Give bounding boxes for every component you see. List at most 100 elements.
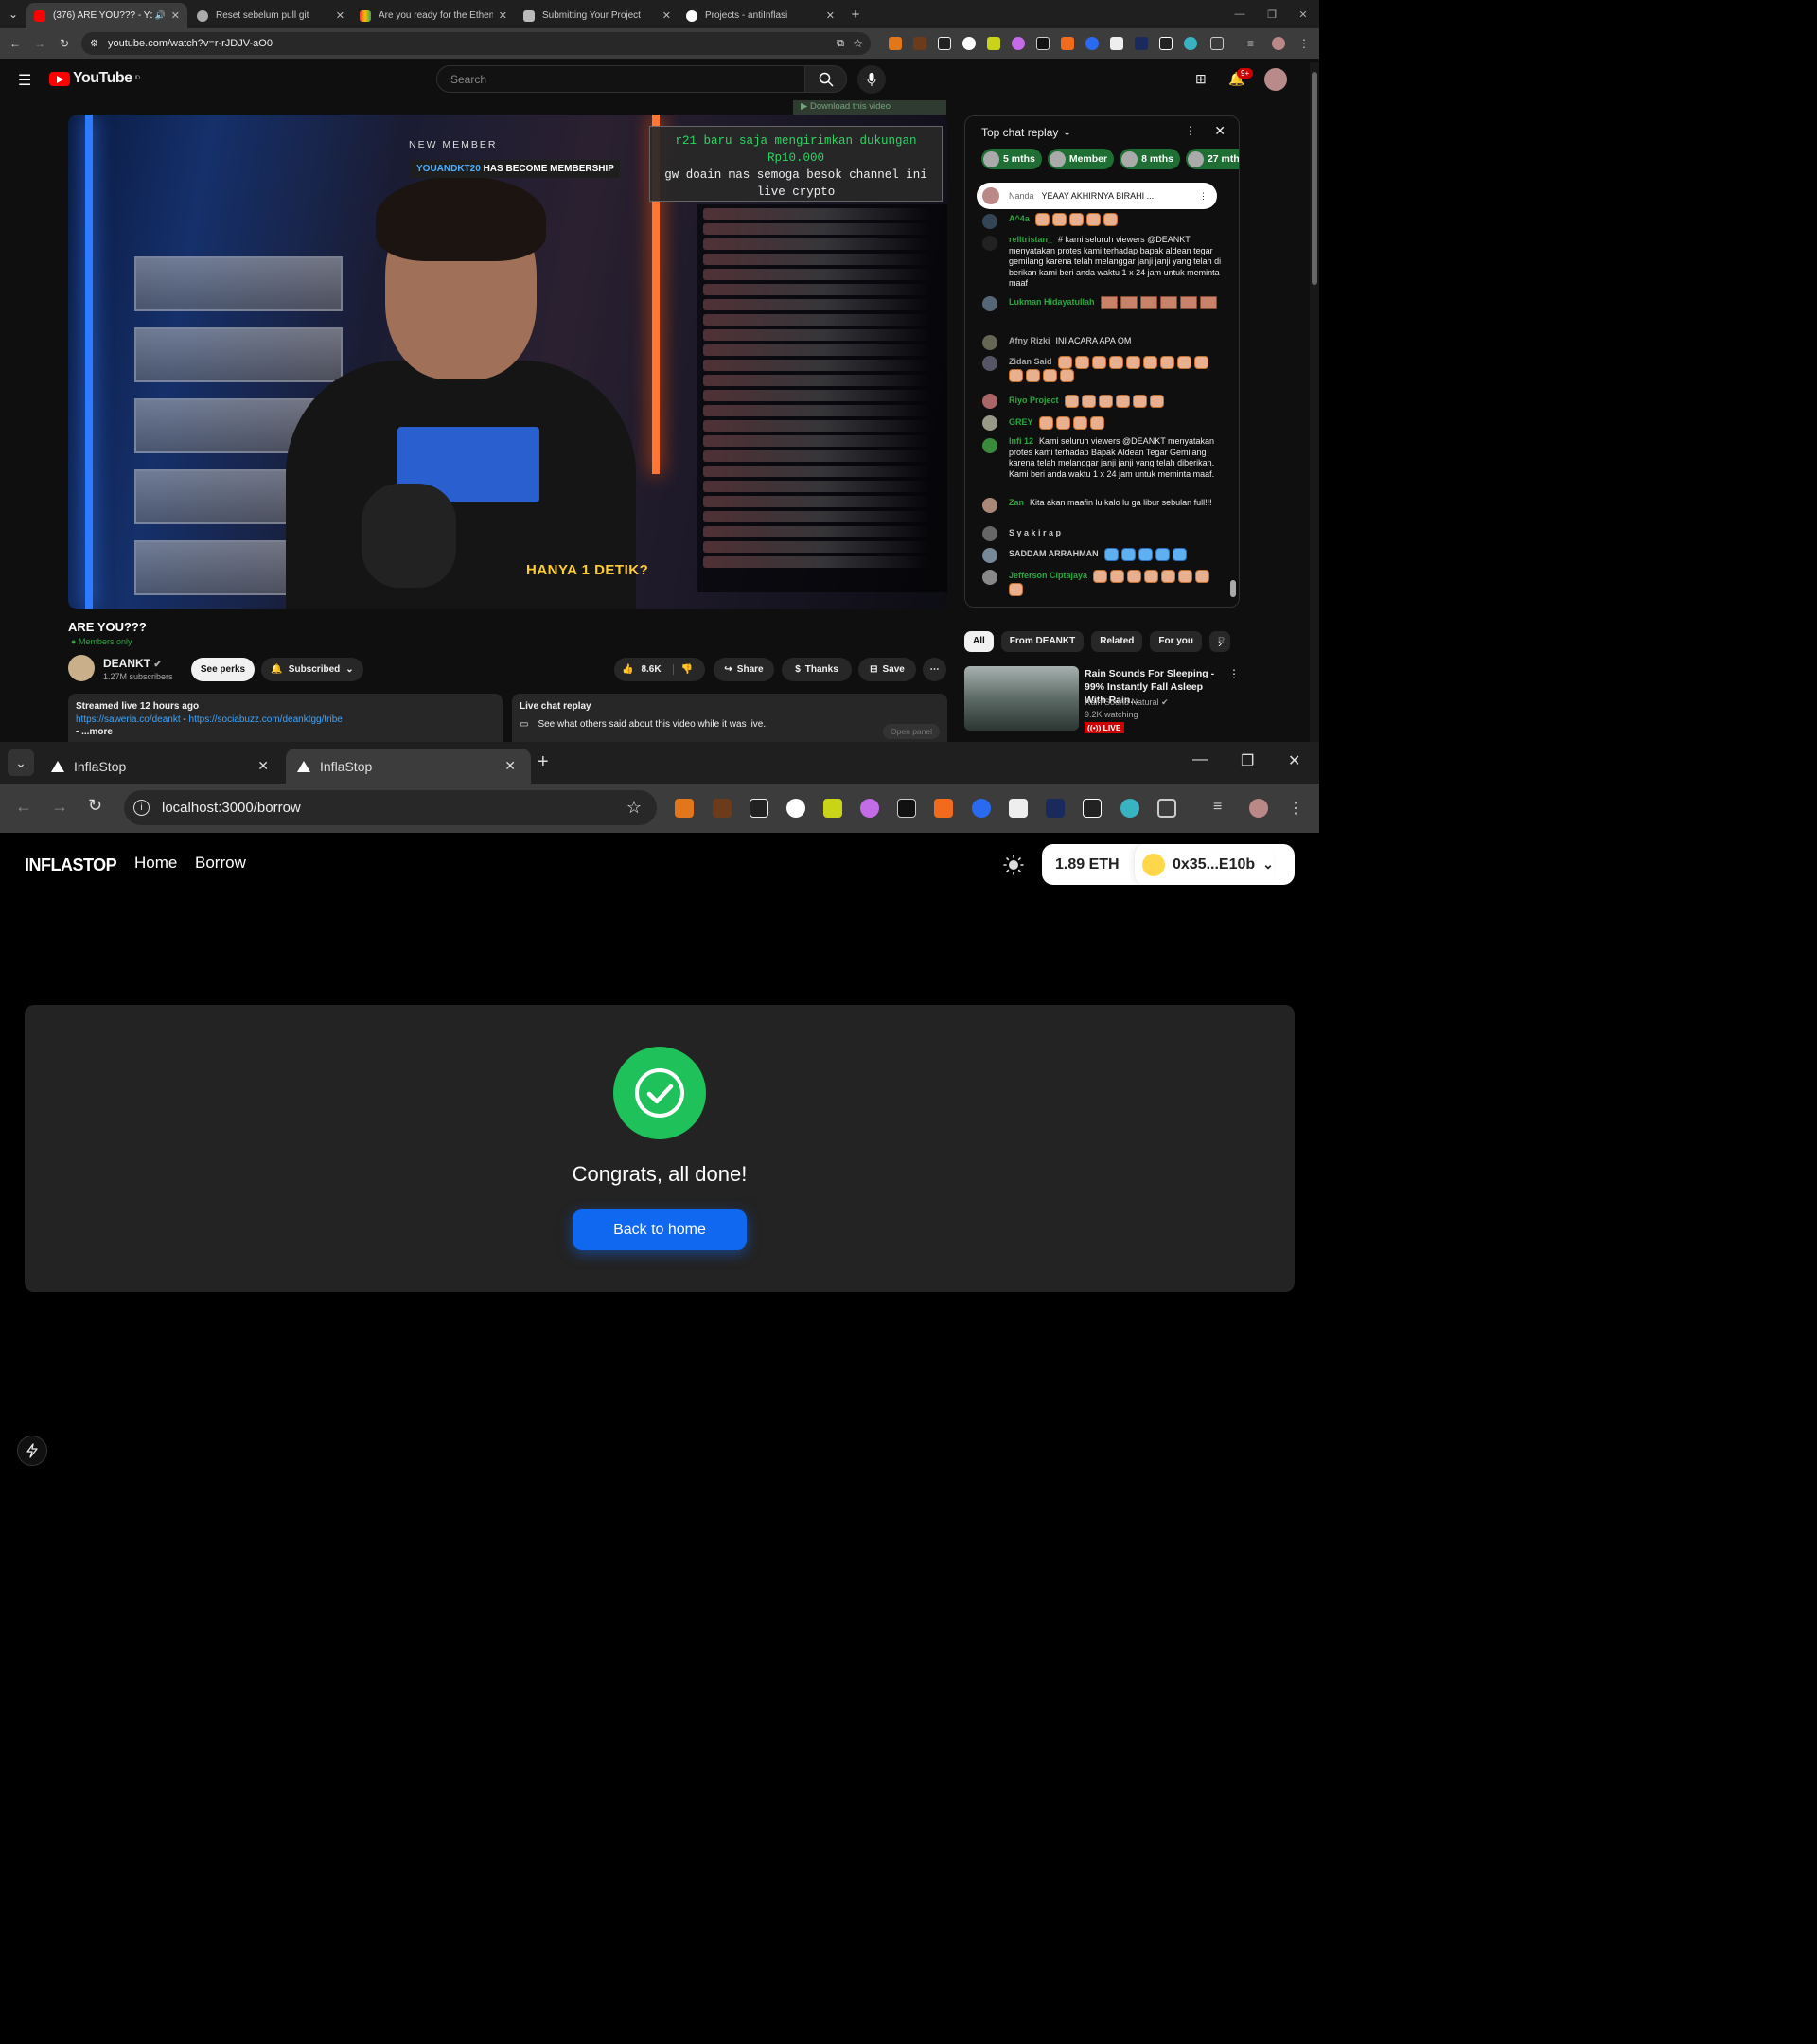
extension-icon[interactable] <box>897 799 916 818</box>
download-video-bar[interactable]: ▶ Download this video <box>793 100 946 115</box>
metamask-extension-icon[interactable] <box>889 37 902 50</box>
extension-icon[interactable] <box>1061 37 1074 50</box>
tab-search-chevron-icon[interactable]: ⌄ <box>4 5 23 24</box>
thumbs-down-icon[interactable]: 👎 <box>672 664 693 675</box>
brand-logo[interactable]: INFLASTOP <box>25 855 117 875</box>
kebab-menu-icon[interactable]: ⋮ <box>1185 124 1196 137</box>
extension-icon[interactable] <box>823 799 842 818</box>
nav-borrow-link[interactable]: Borrow <box>195 854 246 872</box>
back-icon[interactable]: ← <box>6 34 25 53</box>
extension-icon[interactable] <box>938 37 951 50</box>
channel-name[interactable]: DEANKT ✔ <box>103 657 162 670</box>
recommended-channel[interactable]: Rain Sound Natural ✔ <box>1085 697 1169 708</box>
channel-avatar[interactable] <box>68 655 95 681</box>
back-to-home-button[interactable]: Back to home <box>573 1209 747 1250</box>
forward-icon[interactable]: → <box>30 34 49 53</box>
close-tab-icon[interactable]: ✕ <box>336 9 344 22</box>
search-button[interactable] <box>804 65 847 93</box>
filter-related[interactable]: Related <box>1091 631 1143 652</box>
metamask-extension-icon[interactable] <box>675 799 694 818</box>
thanks-button[interactable]: $ Thanks <box>782 658 852 681</box>
save-button[interactable]: ⊟ Save <box>858 658 916 681</box>
video-player[interactable]: NEW MEMBER YOUANDKT20 HAS BECOME MEMBERS… <box>68 115 947 609</box>
account-avatar[interactable] <box>1264 68 1287 91</box>
minimize-icon[interactable]: — <box>1224 0 1256 28</box>
extension-icon[interactable] <box>1110 37 1123 50</box>
new-tab-icon[interactable]: + <box>538 751 549 773</box>
extension-icon[interactable] <box>1083 799 1102 818</box>
tab-github-projects[interactable]: Projects - antiInflasi ✕ <box>679 3 842 28</box>
extension-icon[interactable] <box>1009 799 1028 818</box>
pinned-message[interactable]: Nanda YEAAY AKHIRNYA BIRAHI ... ⋮ <box>977 183 1217 209</box>
theme-toggle-sun-icon[interactable] <box>1003 855 1024 875</box>
extension-icon[interactable] <box>972 799 991 818</box>
kebab-menu-icon[interactable]: ⋮ <box>1288 799 1307 818</box>
extension-icon[interactable] <box>1012 37 1025 50</box>
youtube-search-input[interactable]: Search <box>436 65 805 93</box>
extension-icon[interactable] <box>1046 799 1065 818</box>
close-tab-icon[interactable]: ✕ <box>504 758 516 774</box>
chip-5-mths[interactable]: 5 mths <box>981 149 1042 169</box>
close-tab-icon[interactable]: ✕ <box>662 9 671 22</box>
close-window-icon[interactable]: ✕ <box>1287 0 1319 28</box>
bookmark-star-icon[interactable]: ☆ <box>853 37 863 50</box>
profile-avatar[interactable] <box>1249 799 1268 818</box>
sociabuzz-link[interactable]: https://sociabuzz.com/deanktgg/tribe <box>189 714 343 725</box>
extension-icon[interactable] <box>750 799 768 818</box>
close-chat-icon[interactable]: ✕ <box>1214 123 1226 139</box>
reload-icon[interactable]: ↻ <box>55 34 74 53</box>
tab-reset-git[interactable]: Reset sebelum pull git ✕ <box>189 3 352 28</box>
restore-icon[interactable]: ❐ <box>1256 0 1288 28</box>
forward-icon[interactable]: → <box>51 797 68 817</box>
extension-icon[interactable] <box>934 799 953 818</box>
profile-avatar[interactable] <box>1272 37 1285 50</box>
bookmark-star-icon[interactable]: ☆ <box>626 798 642 818</box>
tab-submitting-project[interactable]: Submitting Your Project ✕ <box>516 3 679 28</box>
close-tab-icon[interactable]: ✕ <box>257 758 269 774</box>
account-dropdown[interactable]: 0x35...E10b ⌄ <box>1134 844 1274 885</box>
saweria-link[interactable]: https://saweria.co/deankt <box>76 714 181 725</box>
filter-all[interactable]: All <box>964 631 994 652</box>
extension-icon[interactable] <box>713 799 732 818</box>
minimize-icon[interactable]: — <box>1192 751 1208 768</box>
new-tab-icon[interactable]: + <box>846 5 865 24</box>
extension-icon[interactable] <box>1135 37 1148 50</box>
close-window-icon[interactable]: ✕ <box>1288 751 1300 770</box>
close-tab-icon[interactable]: ✕ <box>171 9 180 22</box>
tab-search-chevron-icon[interactable]: ⌄ <box>8 749 34 776</box>
extension-icon[interactable] <box>913 37 926 50</box>
filter-from-deankt[interactable]: From DEANKT <box>1000 631 1085 652</box>
wallet-connect-button[interactable]: 1.89 ETH 0x35...E10b ⌄ <box>1042 844 1295 885</box>
description-box[interactable]: Streamed live 12 hours ago https://sawer… <box>68 694 503 742</box>
restore-icon[interactable]: ❐ <box>1241 751 1254 770</box>
voice-search-button[interactable] <box>857 65 886 94</box>
extension-icon[interactable] <box>987 37 1000 50</box>
like-dislike-group[interactable]: 👍 8.6K 👎 <box>614 658 705 681</box>
media-control-icon[interactable]: ≡ <box>1213 799 1232 818</box>
extensions-puzzle-icon[interactable] <box>1210 37 1224 50</box>
extension-icon[interactable] <box>962 37 976 50</box>
show-more-link[interactable]: - ...more <box>76 727 495 737</box>
url-field[interactable]: i localhost:3000/borrow ☆ <box>124 790 657 825</box>
site-info-icon[interactable]: i <box>133 800 150 816</box>
chip-member[interactable]: Member <box>1047 149 1115 169</box>
thumbs-up-icon[interactable]: 👍 <box>622 664 633 675</box>
chat-scrollbar[interactable] <box>1230 179 1236 605</box>
kebab-menu-icon[interactable]: ⋮ <box>1298 37 1312 50</box>
chevron-down-icon[interactable]: ⌄ <box>1063 128 1070 138</box>
extension-icon[interactable] <box>1036 37 1050 50</box>
chat-mode-dropdown[interactable]: Top chat replay <box>981 126 1058 139</box>
chevron-right-icon[interactable]: › <box>1218 636 1222 650</box>
close-tab-icon[interactable]: ✕ <box>499 9 507 22</box>
filter-for-you[interactable]: For you <box>1150 631 1203 652</box>
extension-icon[interactable] <box>786 799 805 818</box>
chip-27-mths[interactable]: 27 mths <box>1185 149 1239 169</box>
open-panel-button[interactable]: Open panel <box>883 724 940 739</box>
hamburger-menu-icon[interactable]: ☰ <box>18 71 31 90</box>
cast-icon[interactable]: ⧉ <box>837 38 844 50</box>
chip-8-mths[interactable]: 8 mths <box>1120 149 1180 169</box>
kebab-menu-icon[interactable]: ⋮ <box>1199 191 1208 202</box>
url-field[interactable]: ⚙ youtube.com/watch?v=r-rJDJV-aO0 ⧉ ☆ <box>81 32 871 55</box>
share-button[interactable]: ↪ Share <box>714 658 774 681</box>
tab-gmail[interactable]: Are you ready for the Ethena H... ✕ <box>352 3 515 28</box>
